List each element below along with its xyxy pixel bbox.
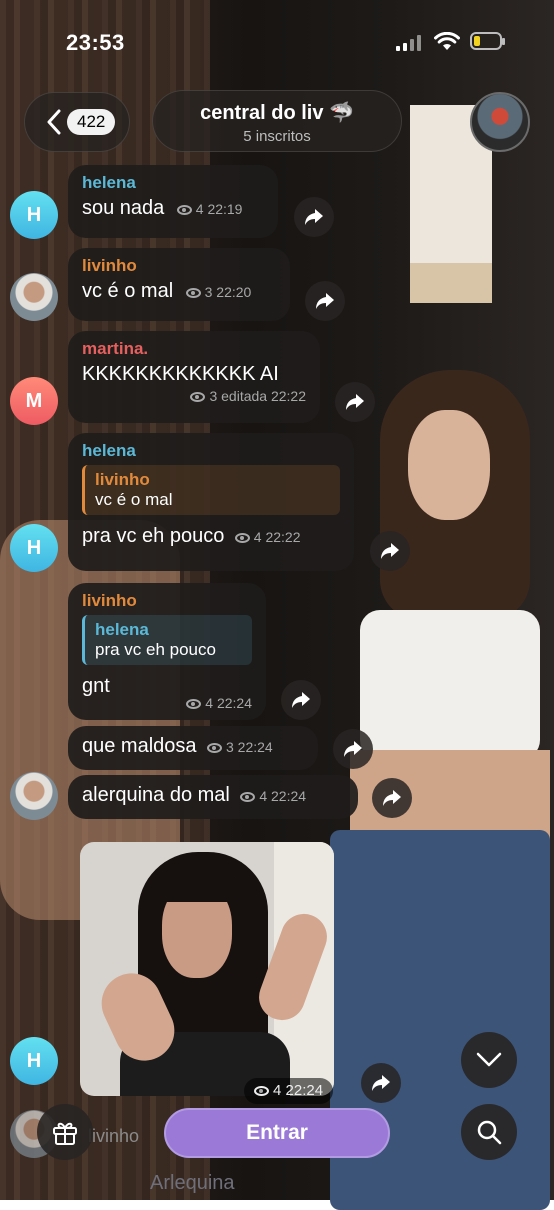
message-meta: 4 22:24 xyxy=(240,788,306,804)
reply-text: vc é o mal xyxy=(95,490,173,509)
sender-name: livinho xyxy=(82,591,137,610)
scroll-down-button[interactable] xyxy=(461,1032,517,1088)
eye-icon xyxy=(176,205,192,215)
unread-count-badge: 422 xyxy=(67,109,116,135)
sender-name: livinho xyxy=(82,256,137,275)
channel-title: central do liv 🦈 xyxy=(200,102,354,124)
subscriber-count: 5 inscritos xyxy=(243,128,311,145)
share-arrow-icon xyxy=(372,1075,390,1091)
share-button[interactable] xyxy=(335,382,375,422)
back-chevron-icon xyxy=(47,109,61,135)
eye-icon xyxy=(206,743,222,753)
eye-icon xyxy=(254,1086,269,1096)
channel-avatar[interactable] xyxy=(470,92,530,152)
message-bubble[interactable]: martina. KKKKKKKKKKKKK AI 3 editada 22:2… xyxy=(68,331,320,423)
message-bubble[interactable]: helena livinho vc é o mal pra vc eh pouc… xyxy=(68,433,354,571)
video-message-thumbnail[interactable] xyxy=(80,842,334,1096)
status-time: 23:53 xyxy=(66,30,125,55)
avatar[interactable]: M xyxy=(10,377,58,425)
reply-text: pra vc eh pouco xyxy=(95,640,216,659)
wifi-icon xyxy=(434,32,460,50)
message-meta: 4 22:24 xyxy=(186,695,252,711)
battery-icon xyxy=(470,32,505,50)
share-button[interactable] xyxy=(370,531,410,571)
message-bubble[interactable]: livinho vc é o mal 3 22:20 xyxy=(68,248,290,321)
message-text: que maldosa xyxy=(82,735,197,757)
reply-sender: helena xyxy=(95,620,149,639)
share-arrow-icon xyxy=(346,394,364,410)
reply-quote[interactable]: livinho vc é o mal xyxy=(82,465,340,515)
reply-sender: livinho xyxy=(95,470,150,489)
avatar[interactable]: H xyxy=(10,524,58,572)
message-meta: 3 22:24 xyxy=(206,739,273,755)
message-meta: 4 22:19 xyxy=(176,201,242,217)
message-bubble[interactable]: alerquina do mal 4 22:24 xyxy=(68,775,358,819)
share-arrow-icon xyxy=(383,790,401,806)
search-icon xyxy=(477,1120,502,1145)
partial-message-text: Arlequina xyxy=(150,1172,235,1194)
share-button[interactable] xyxy=(361,1063,401,1103)
avatar[interactable] xyxy=(10,772,58,820)
share-button[interactable] xyxy=(333,729,373,769)
share-arrow-icon xyxy=(344,741,362,757)
message-meta: 3 editada 22:22 xyxy=(82,388,306,404)
message-text: pra vc eh pouco xyxy=(82,525,225,547)
message-bubble[interactable]: que maldosa 3 22:24 xyxy=(68,726,318,770)
share-button[interactable] xyxy=(305,281,345,321)
eye-icon xyxy=(186,699,202,709)
message-text: gnt xyxy=(82,675,110,697)
chevron-down-icon xyxy=(476,1052,502,1067)
eye-icon xyxy=(240,792,256,802)
back-button[interactable]: 422 xyxy=(24,92,130,152)
gift-icon xyxy=(53,1122,77,1145)
join-button[interactable]: Entrar xyxy=(164,1108,390,1158)
gift-button[interactable] xyxy=(37,1104,93,1160)
avatar[interactable]: H xyxy=(10,191,58,239)
message-text: sou nada xyxy=(82,197,165,219)
share-arrow-icon xyxy=(292,692,310,708)
message-meta: 4 22:24 xyxy=(244,1078,334,1104)
avatar[interactable]: H xyxy=(10,1037,58,1085)
signal-icon xyxy=(396,35,424,51)
share-arrow-icon xyxy=(316,293,334,309)
message-bubble[interactable]: helena sou nada 4 22:19 xyxy=(68,165,278,238)
share-button[interactable] xyxy=(372,778,412,818)
message-meta: 4 22:22 xyxy=(234,529,301,545)
avatar[interactable] xyxy=(10,273,58,321)
sender-name: martina. xyxy=(82,339,149,358)
share-button[interactable] xyxy=(281,680,321,720)
channel-title-box[interactable]: central do liv 🦈 5 inscritos xyxy=(152,90,402,152)
share-arrow-icon xyxy=(381,543,399,559)
sender-name: helena xyxy=(82,173,136,192)
sender-name: helena xyxy=(82,441,136,460)
message-text: vc é o mal xyxy=(82,280,174,302)
reply-quote[interactable]: helena pra vc eh pouco xyxy=(82,615,252,665)
message-bubble[interactable]: livinho helena pra vc eh pouco gnt 4 22:… xyxy=(68,583,266,720)
search-button[interactable] xyxy=(461,1104,517,1160)
status-bar: 23:53 xyxy=(0,0,554,80)
message-meta: 3 22:20 xyxy=(185,284,251,300)
share-button[interactable] xyxy=(294,197,334,237)
partial-sender-name: livinho xyxy=(88,1126,140,1146)
message-text: KKKKKKKKKKKKK AI xyxy=(82,363,279,385)
share-arrow-icon xyxy=(305,209,323,225)
eye-icon xyxy=(190,392,206,402)
message-text: alerquina do mal xyxy=(82,784,230,806)
eye-icon xyxy=(234,533,250,543)
eye-icon xyxy=(185,288,201,298)
